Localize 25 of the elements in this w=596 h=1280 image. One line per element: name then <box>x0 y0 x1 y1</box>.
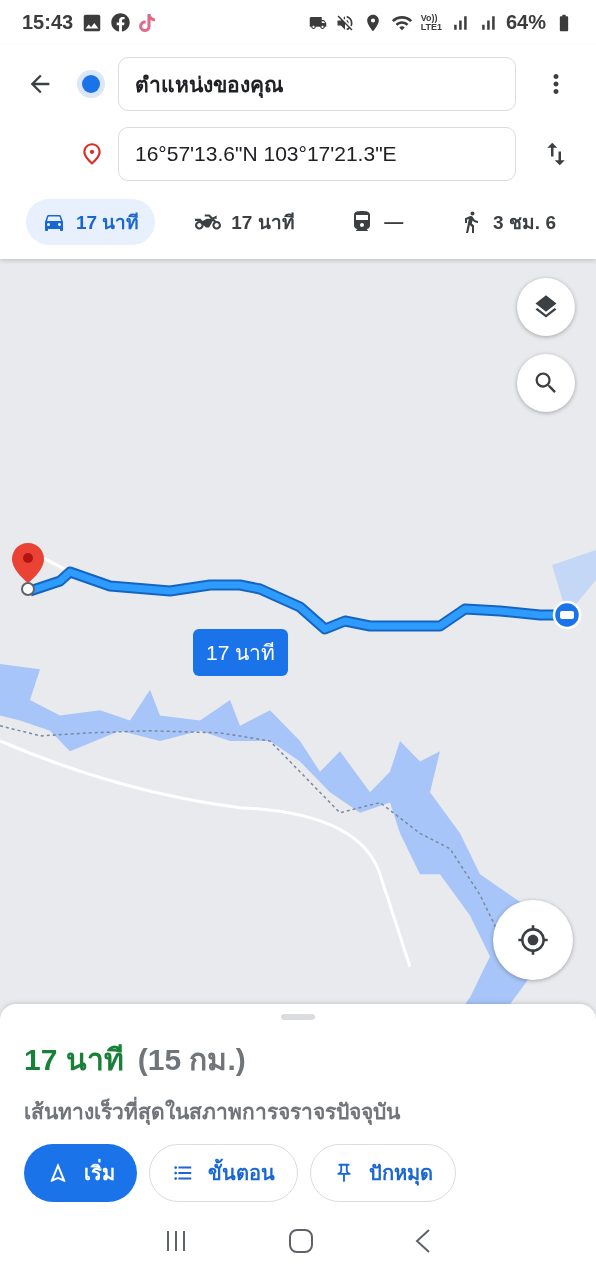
travel-mode-tab[interactable]: 17 นาที <box>26 199 156 245</box>
recent-apps-icon[interactable] <box>164 1229 188 1253</box>
back-nav-icon[interactable] <box>414 1228 432 1254</box>
network-label: Vo)) LTE1 <box>420 13 442 32</box>
map-pin-icon <box>10 541 46 597</box>
travel-mode-tab[interactable]: 3 ชม. 6 <box>443 199 572 245</box>
status-time: 15:43 <box>22 11 74 34</box>
my-location-icon <box>517 924 549 956</box>
steps-button[interactable]: ขั้นตอน <box>149 1144 298 1202</box>
route-description: เส้นทางเร็วที่สุดในสภาพการจราจรปัจจุบัน <box>24 1095 572 1128</box>
home-icon[interactable] <box>288 1228 314 1254</box>
pin-button[interactable]: ปักหมุด <box>310 1144 456 1202</box>
origin-field[interactable]: ตำแหน่งของคุณ <box>118 57 516 111</box>
travel-mode-tab[interactable]: 17 นาที <box>179 199 311 245</box>
facebook-icon <box>111 13 131 32</box>
route-duration: 17 นาที <box>24 1042 124 1078</box>
travel-mode-tab[interactable]: — <box>334 199 420 245</box>
start-button[interactable]: เริ่ม <box>24 1144 137 1202</box>
battery-percent: 64% <box>505 11 546 34</box>
route-time-label: 17 นาที <box>193 629 289 676</box>
car-location-icon <box>550 550 596 630</box>
route-distance: (15 กม.) <box>137 1042 246 1078</box>
tiktok-icon <box>138 13 157 32</box>
destination-field[interactable]: 16°57'13.6"N 103°17'21.3"E <box>118 127 516 181</box>
drag-handle[interactable] <box>281 1014 315 1020</box>
